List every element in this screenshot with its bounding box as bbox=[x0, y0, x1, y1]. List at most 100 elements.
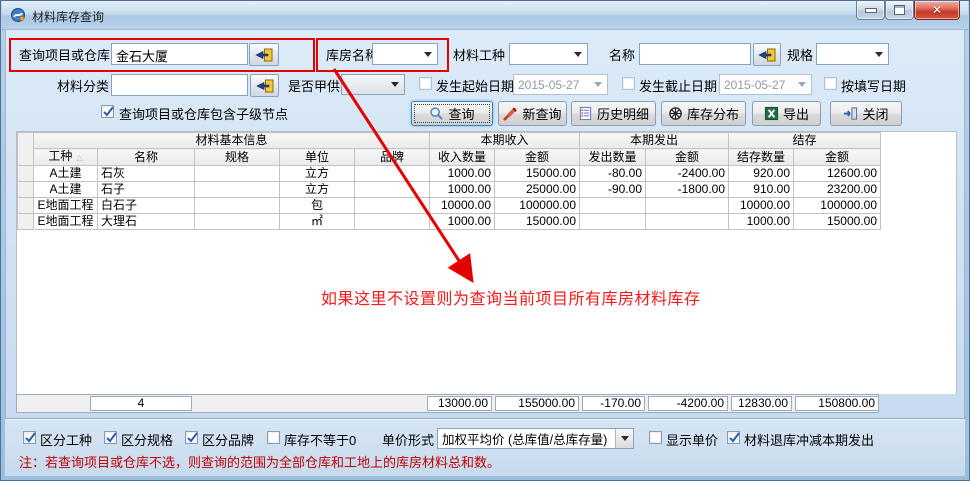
minimize-icon bbox=[865, 8, 877, 13]
excel-icon bbox=[764, 106, 779, 121]
table-row[interactable]: E地面工程 白石子 包 10000.00 100000.00 10000.00 … bbox=[18, 198, 881, 214]
summary-bal-amount: 150800.00 bbox=[795, 396, 879, 411]
cell-in-qty: 1000.00 bbox=[430, 214, 495, 230]
summary-strip: 4 13000.00 155000.00 -170.00 -4200.00 12… bbox=[16, 394, 879, 413]
export-button-label: 导出 bbox=[783, 104, 809, 123]
row-selector[interactable] bbox=[18, 198, 34, 214]
col-trade[interactable]: 工种△ bbox=[34, 149, 98, 166]
distinguish-spec-checkbox[interactable] bbox=[104, 431, 117, 444]
check-icon bbox=[101, 104, 116, 119]
cell-out-qty: -90.00 bbox=[580, 182, 646, 198]
col-unit[interactable]: 单位 bbox=[280, 149, 355, 166]
distribution-icon bbox=[668, 106, 683, 121]
title-bar[interactable]: 材料库存查询 bbox=[2, 1, 968, 30]
material-category-label: 材料分类 bbox=[57, 76, 109, 95]
col-out-amount[interactable]: 金额 bbox=[646, 149, 729, 166]
search-icon bbox=[429, 106, 444, 121]
category-picker-button[interactable] bbox=[250, 74, 279, 97]
summary-bal-qty: 12830.00 bbox=[731, 396, 792, 411]
owner-supplied-select[interactable] bbox=[341, 74, 405, 95]
chevron-down-icon bbox=[594, 82, 602, 87]
hand-select-icon bbox=[256, 79, 274, 93]
col-spec[interactable]: 规格 bbox=[195, 149, 280, 166]
by-fill-date-checkbox[interactable] bbox=[824, 77, 837, 90]
distinguish-spec-label: 区分规格 bbox=[121, 430, 173, 449]
col-name[interactable]: 名称 bbox=[98, 149, 195, 166]
include-children-checkbox[interactable] bbox=[101, 105, 114, 118]
maximize-button[interactable] bbox=[885, 1, 914, 20]
distinguish-brand-checkbox[interactable] bbox=[185, 431, 198, 444]
sort-icon: △ bbox=[76, 153, 82, 162]
stock-distribution-button[interactable]: 库存分布 bbox=[661, 101, 746, 126]
cell-spec bbox=[195, 182, 280, 198]
minimize-button[interactable] bbox=[856, 1, 885, 20]
row-selector[interactable] bbox=[18, 166, 34, 182]
start-date-select[interactable]: 2015-05-27 bbox=[513, 74, 608, 95]
header-column-row: 工种△ 名称 规格 单位 品牌 收入数量 金额 发出数量 金额 结存数量 金额 bbox=[18, 149, 881, 166]
table-row[interactable]: E地面工程 大理石 ㎡ 1000.00 15000.00 1000.00 150… bbox=[18, 214, 881, 230]
chevron-down-icon bbox=[424, 52, 432, 57]
col-out-qty[interactable]: 发出数量 bbox=[580, 149, 646, 166]
chevron-down-icon bbox=[574, 52, 582, 57]
export-button[interactable]: 导出 bbox=[752, 101, 821, 126]
header-group-row: 材料基本信息 本期收入 本期发出 结存 bbox=[18, 133, 881, 149]
owner-supplied-label: 是否甲供 bbox=[288, 76, 340, 95]
col-in-amount[interactable]: 金额 bbox=[495, 149, 580, 166]
cell-name: 石子 bbox=[98, 182, 195, 198]
col-brand[interactable]: 品牌 bbox=[355, 149, 430, 166]
col-bal-qty[interactable]: 结存数量 bbox=[729, 149, 794, 166]
close-button[interactable]: ✕ bbox=[914, 1, 960, 20]
end-date-value: 2015-05-27 bbox=[724, 78, 785, 92]
row-selector[interactable] bbox=[18, 214, 34, 230]
material-category-input[interactable] bbox=[111, 74, 248, 96]
end-date-select[interactable]: 2015-05-27 bbox=[719, 74, 812, 95]
history-detail-button-label: 历史明细 bbox=[597, 104, 649, 123]
query-button[interactable]: 查询 bbox=[411, 101, 493, 126]
start-date-checkbox[interactable] bbox=[419, 77, 432, 90]
history-icon bbox=[578, 106, 593, 121]
table-row[interactable]: A土建 石子 立方 1000.00 25000.00 -90.00 -1800.… bbox=[18, 182, 881, 198]
unit-price-mode-label: 单价形式 bbox=[382, 430, 434, 449]
cell-bal-amount: 15000.00 bbox=[794, 214, 881, 230]
material-trade-select[interactable] bbox=[509, 43, 588, 65]
hand-select-icon bbox=[758, 48, 776, 62]
new-query-button-label: 新查询 bbox=[522, 104, 561, 123]
cell-out-amount: -2400.00 bbox=[646, 166, 729, 182]
unit-price-mode-select[interactable]: 加权平均价 (总库值/总库存量) bbox=[437, 428, 634, 449]
cell-bal-qty: 10000.00 bbox=[729, 198, 794, 214]
stock-distribution-button-label: 库存分布 bbox=[687, 104, 739, 123]
show-unit-price-checkbox[interactable] bbox=[649, 431, 662, 444]
cell-in-amount: 100000.00 bbox=[495, 198, 580, 214]
history-detail-button[interactable]: 历史明细 bbox=[571, 101, 656, 126]
material-inventory-query-window: 材料库存查询 ✕ 查询项目或仓库 金石大厦 库房名称 材料工种 名称 规格 材料… bbox=[0, 0, 970, 481]
warehouse-name-select[interactable] bbox=[372, 43, 438, 65]
row-selector[interactable] bbox=[18, 182, 34, 198]
cell-spec bbox=[195, 214, 280, 230]
name-picker-button[interactable] bbox=[753, 43, 781, 66]
spec-label: 规格 bbox=[787, 45, 813, 64]
distinguish-trade-checkbox[interactable] bbox=[23, 431, 36, 444]
col-bal-amount[interactable]: 金额 bbox=[794, 149, 881, 166]
hand-select-icon bbox=[255, 48, 273, 62]
by-fill-date-label: 按填写日期 bbox=[841, 76, 906, 95]
project-or-warehouse-input[interactable]: 金石大厦 bbox=[111, 43, 248, 65]
cell-trade: E地面工程 bbox=[34, 214, 98, 230]
end-date-checkbox[interactable] bbox=[622, 77, 635, 90]
chevron-down-icon bbox=[391, 82, 399, 87]
close-dialog-button[interactable]: 关闭 bbox=[830, 101, 902, 126]
return-offset-checkbox[interactable] bbox=[727, 431, 740, 444]
check-icon bbox=[104, 430, 119, 445]
group-period-income: 本期收入 bbox=[430, 133, 580, 149]
table-row[interactable]: A土建 石灰 立方 1000.00 15000.00 -80.00 -2400.… bbox=[18, 166, 881, 182]
name-input[interactable] bbox=[639, 43, 751, 65]
spec-select[interactable] bbox=[816, 43, 889, 65]
dropdown-arrow-button[interactable] bbox=[615, 429, 633, 448]
cell-brand bbox=[355, 214, 430, 230]
query-button-label: 查询 bbox=[448, 104, 474, 123]
col-in-qty[interactable]: 收入数量 bbox=[430, 149, 495, 166]
new-query-button[interactable]: 新查询 bbox=[498, 101, 567, 126]
stock-nonzero-checkbox[interactable] bbox=[267, 431, 280, 444]
project-picker-button[interactable] bbox=[249, 43, 279, 66]
name-label: 名称 bbox=[609, 45, 635, 64]
chevron-down-icon bbox=[875, 52, 883, 57]
